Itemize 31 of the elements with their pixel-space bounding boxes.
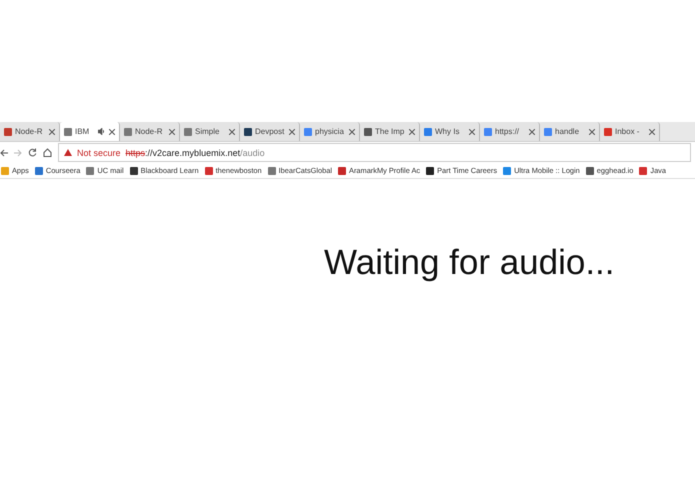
browser-tab[interactable]: The Imp — [360, 122, 420, 141]
speaker-icon — [98, 128, 106, 135]
browser-tab[interactable]: Devpost — [240, 122, 300, 141]
browser-tab[interactable]: https:// — [480, 122, 540, 141]
security-label: Not secure — [77, 148, 121, 158]
close-icon[interactable] — [469, 128, 475, 134]
close-icon[interactable] — [289, 128, 295, 134]
close-icon[interactable] — [49, 128, 55, 134]
browser-tab[interactable]: IBM — [60, 122, 120, 141]
browser-tab[interactable]: Node-R — [120, 122, 180, 141]
close-icon[interactable] — [169, 128, 175, 134]
url-text: https://v2care.mybluemix.net/audio — [126, 148, 265, 158]
warning-icon — [64, 149, 72, 156]
browser-tab[interactable]: Inbox - — [600, 122, 660, 141]
browser-tab[interactable]: Node-R — [0, 122, 60, 141]
browser-tab[interactable]: physicia — [300, 122, 360, 141]
browser-tab[interactable]: handle — [540, 122, 600, 141]
close-icon[interactable] — [529, 128, 535, 134]
status-message: Waiting for audio... — [324, 243, 615, 284]
back-icon[interactable] — [0, 148, 8, 156]
reload-icon[interactable] — [28, 148, 37, 157]
browser-tab[interactable]: Why Is — [420, 122, 480, 141]
close-icon[interactable] — [589, 128, 595, 134]
address-bar[interactable]: Not secure https://v2care.mybluemix.net/audio — [58, 143, 691, 162]
browser-tab[interactable]: Simple — [180, 122, 240, 141]
close-icon[interactable] — [649, 128, 655, 134]
close-icon[interactable] — [349, 128, 355, 134]
close-icon[interactable] — [109, 128, 115, 134]
home-icon[interactable] — [43, 148, 52, 157]
close-icon[interactable] — [229, 128, 235, 134]
close-icon[interactable] — [409, 128, 415, 134]
